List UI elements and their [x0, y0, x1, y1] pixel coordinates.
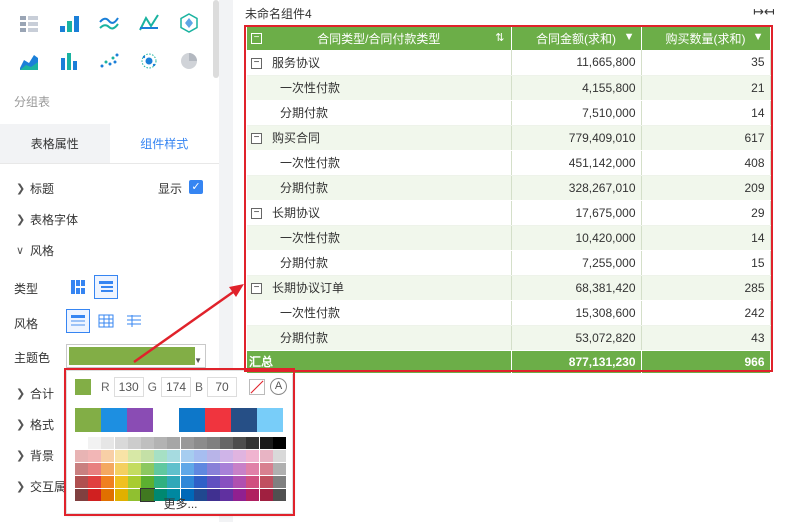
chevron-right-icon: ❯ [16, 449, 26, 462]
section-format[interactable]: ❯ 格式 [16, 414, 54, 434]
type-label: 类型 [14, 282, 39, 296]
tab-table-properties[interactable]: 表格属性 [0, 124, 110, 163]
style-option-2-icon[interactable] [94, 309, 118, 333]
radar-chart-icon[interactable] [138, 12, 160, 34]
picker-highlight-box [64, 368, 295, 516]
section-title[interactable]: ❯ 标题 [16, 178, 54, 198]
section-total-label: 合计 [30, 386, 55, 401]
style-option-3-icon[interactable] [122, 309, 146, 333]
section-total[interactable]: ❯ 合计 [16, 383, 54, 403]
theme-color-label: 主题色 [14, 351, 51, 365]
tab-component-style[interactable]: 组件样式 [109, 124, 219, 163]
widget-title: 未命名组件4 [245, 7, 312, 21]
section-style-label: 风格 [30, 243, 55, 258]
style-label: 风格 [14, 317, 39, 331]
chevron-right-icon: ❯ [16, 182, 26, 195]
dot-cluster-icon[interactable] [138, 50, 160, 72]
section-interaction[interactable]: ❯ 交互属 [16, 476, 66, 496]
group-title: 分组表 [14, 95, 51, 109]
section-style[interactable]: ∨ 风格 [16, 240, 54, 260]
section-table-font-label: 表格字体 [30, 212, 79, 227]
area-chart-icon[interactable] [18, 50, 40, 72]
theme-color-swatch [69, 347, 195, 365]
line-chart-icon[interactable] [98, 12, 120, 34]
scatter-chart-icon[interactable] [98, 50, 120, 72]
expand-width-icon[interactable]: ↦↤ [753, 4, 775, 20]
dropdown-icon: ▼ [194, 356, 202, 365]
table-chart-icon[interactable] [18, 12, 40, 34]
stacked-bar-icon[interactable] [58, 50, 80, 72]
table-highlight-box [244, 25, 773, 372]
section-format-label: 格式 [30, 417, 55, 432]
bar-chart-icon[interactable] [58, 12, 80, 34]
chevron-right-icon: ❯ [16, 480, 26, 493]
chevron-right-icon: ❯ [16, 418, 26, 431]
show-label: 显示 [158, 182, 183, 196]
theme-color-select[interactable]: ▼ [66, 344, 206, 368]
section-background-label: 背景 [30, 448, 55, 463]
section-interaction-label: 交互属 [30, 479, 67, 494]
type-cross-table-icon[interactable] [66, 275, 90, 299]
section-table-font[interactable]: ❯ 表格字体 [16, 209, 78, 229]
chevron-down-icon: ∨ [16, 244, 25, 257]
check-icon[interactable]: ✓ [189, 180, 203, 194]
section-title-label: 标题 [30, 181, 55, 196]
hexagon-chart-icon[interactable] [178, 12, 200, 34]
config-tabs: 表格属性 组件样式 [0, 124, 219, 164]
style-option-1-icon[interactable] [66, 309, 90, 333]
section-background[interactable]: ❯ 背景 [16, 445, 54, 465]
chevron-right-icon: ❯ [16, 387, 26, 400]
type-group-table-icon[interactable] [94, 275, 118, 299]
chevron-right-icon: ❯ [16, 213, 26, 226]
chart-type-scrollbar[interactable] [213, 0, 219, 78]
pie-chart-icon[interactable] [178, 50, 200, 72]
